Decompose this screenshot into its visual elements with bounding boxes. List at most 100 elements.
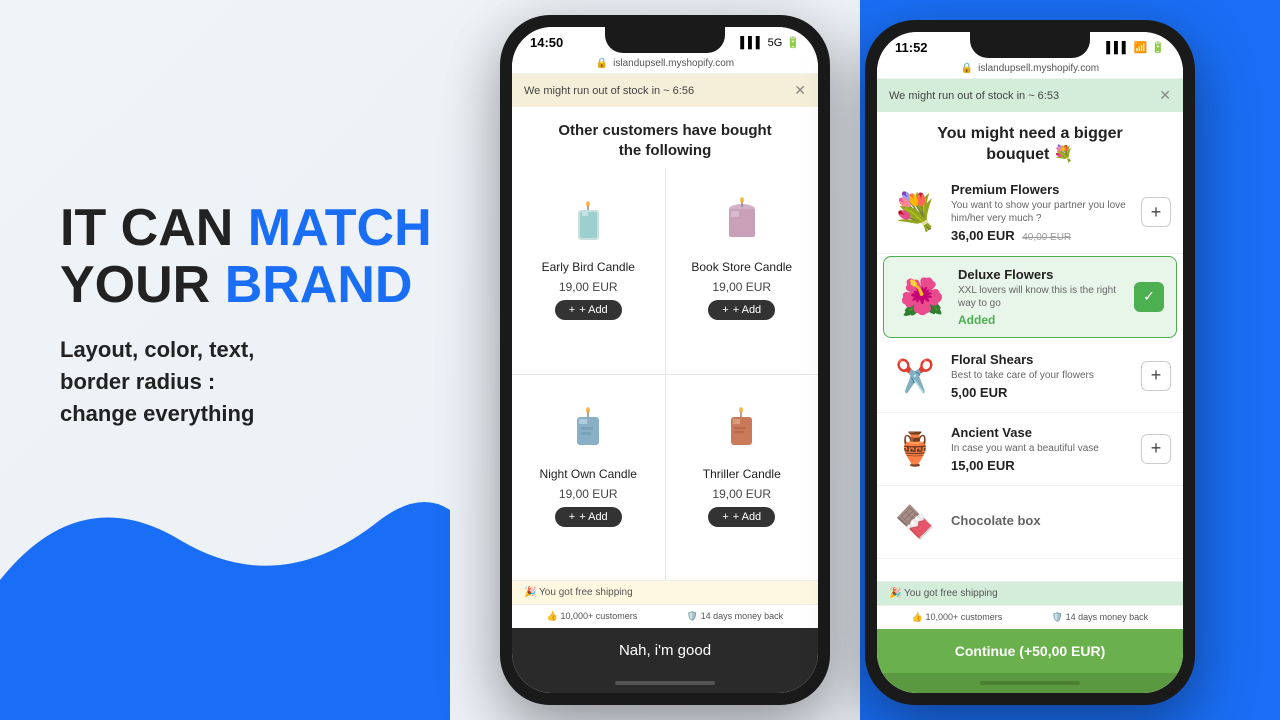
continue-button[interactable]: Continue (+50,00 EUR) bbox=[877, 629, 1183, 673]
trust-bar-left: 👍 10,000+ customers 🛡️ 14 days money bac… bbox=[512, 604, 818, 628]
phone-right-frame: 11:52 ▌▌▌ 📶 🔋 🔒 islandupsell.myshopify.c… bbox=[865, 20, 1195, 705]
plus-icon: + bbox=[722, 304, 728, 316]
product-price-floral-shears: 5,00 EUR bbox=[951, 385, 1131, 400]
phone-left-content: Other customers have boughtthe following bbox=[512, 107, 818, 693]
product-list-right: 💐 Premium Flowers You want to show your … bbox=[877, 172, 1183, 581]
headline-brand: BRAND bbox=[225, 256, 413, 314]
phone-right-url: 🔒 islandupsell.myshopify.com bbox=[877, 59, 1183, 79]
add-btn-early-bird[interactable]: + + Add bbox=[555, 300, 622, 320]
product-row-chocolate-box: 🍫 Chocolate box bbox=[877, 486, 1183, 559]
add-btn-book-store[interactable]: + + Add bbox=[708, 300, 775, 320]
product-info-ancient-vase: Ancient Vase In case you want a beautifu… bbox=[951, 425, 1131, 473]
product-name-premium-flowers: Premium Flowers bbox=[951, 182, 1131, 197]
trust-customers-right: 👍 10,000+ customers bbox=[912, 612, 1003, 623]
blue-wave-decoration bbox=[0, 460, 450, 720]
product-price-book-store: 19,00 EUR bbox=[712, 280, 771, 294]
signal-icon-right: ▌▌▌ bbox=[1106, 42, 1129, 54]
product-info-premium-flowers: Premium Flowers You want to show your pa… bbox=[951, 182, 1131, 243]
battery-icon-right: 🔋 bbox=[1151, 41, 1165, 54]
phone-right-stock-banner: We might run out of stock in ~ 6:53 ✕ bbox=[877, 79, 1183, 112]
product-price-premium-flowers: 36,00 EUR 40,00 EUR bbox=[951, 228, 1131, 243]
add-btn-night-own[interactable]: + + Add bbox=[555, 507, 622, 527]
plus-icon: + bbox=[569, 304, 575, 316]
product-img-night-own bbox=[553, 389, 623, 459]
add-button-ancient-vase[interactable]: + bbox=[1141, 434, 1171, 464]
product-cell-early-bird: Early Bird Candle 19,00 EUR + + Add bbox=[512, 168, 665, 374]
phone-left: 14:50 ▌▌▌ 5G 🔋 🔒 islandupsell.myshopify.… bbox=[500, 15, 830, 705]
phone-right-time: 11:52 bbox=[895, 40, 928, 55]
ancient-vase-icon: 🏺 bbox=[895, 430, 935, 468]
phone-left-status-icons: ▌▌▌ 5G 🔋 bbox=[740, 36, 800, 49]
stock-text: We might run out of stock in ~ 6:56 bbox=[524, 85, 694, 97]
home-bar-right bbox=[980, 681, 1080, 685]
headline-your: YOUR bbox=[60, 256, 225, 314]
deluxe-flowers-icon: 🌺 bbox=[900, 276, 945, 318]
product-name-deluxe-flowers: Deluxe Flowers bbox=[958, 267, 1124, 282]
wifi-icon: 5G bbox=[768, 37, 783, 49]
product-img-premium-flowers: 💐 bbox=[889, 186, 941, 238]
trust-returns-left: 🛡️ 14 days money back bbox=[687, 611, 783, 622]
product-desc-deluxe-flowers: XXL lovers will know this is the right w… bbox=[958, 284, 1124, 310]
upsell-title-left: Other customers have boughtthe following bbox=[512, 107, 818, 168]
product-row-ancient-vase: 🏺 Ancient Vase In case you want a beauti… bbox=[877, 413, 1183, 486]
floral-shears-icon: ✂️ bbox=[895, 357, 935, 395]
phone-right-screen: 11:52 ▌▌▌ 📶 🔋 🔒 islandupsell.myshopify.c… bbox=[877, 32, 1183, 693]
product-row-floral-shears: ✂️ Floral Shears Best to take care of yo… bbox=[877, 340, 1183, 413]
home-indicator-left bbox=[512, 673, 818, 693]
lock-icon: 🔒 bbox=[596, 58, 608, 69]
product-info-chocolate-box: Chocolate box bbox=[951, 513, 1171, 530]
phone-right-footer: 🎉 You got free shipping 👍 10,000+ custom… bbox=[877, 581, 1183, 693]
add-btn-thriller[interactable]: + + Add bbox=[708, 507, 775, 527]
subtext: Layout, color, text,border radius :chang… bbox=[60, 334, 450, 430]
product-desc-floral-shears: Best to take care of your flowers bbox=[951, 369, 1131, 382]
phone-left-footer: 🎉 You got free shipping 👍 10,000+ custom… bbox=[512, 580, 818, 693]
product-img-deluxe-flowers: 🌺 bbox=[896, 271, 948, 323]
add-button-premium-flowers[interactable]: + bbox=[1141, 197, 1171, 227]
phone-left-stock-banner: We might run out of stock in ~ 6:56 ✕ bbox=[512, 74, 818, 107]
product-info-floral-shears: Floral Shears Best to take care of your … bbox=[951, 352, 1131, 400]
phone-right: 11:52 ▌▌▌ 📶 🔋 🔒 islandupsell.myshopify.c… bbox=[865, 20, 1195, 705]
close-icon[interactable]: ✕ bbox=[794, 82, 806, 99]
added-button-deluxe-flowers[interactable]: ✓ bbox=[1134, 282, 1164, 312]
night-own-candle-icon bbox=[556, 391, 621, 456]
lock-icon-right: 🔒 bbox=[961, 63, 973, 74]
add-button-floral-shears[interactable]: + bbox=[1141, 361, 1171, 391]
phone-left-time: 14:50 bbox=[530, 35, 563, 50]
url-text: islandupsell.myshopify.com bbox=[613, 58, 734, 69]
product-img-book-store bbox=[707, 182, 777, 252]
products-grid: Early Bird Candle 19,00 EUR + + Add bbox=[512, 168, 818, 580]
headline-match: MATCH bbox=[248, 199, 432, 257]
product-info-deluxe-flowers: Deluxe Flowers XXL lovers will know this… bbox=[958, 267, 1124, 327]
trust-customers-left: 👍 10,000+ customers bbox=[547, 611, 638, 622]
product-name-ancient-vase: Ancient Vase bbox=[951, 425, 1131, 440]
phone-right-status-icons: ▌▌▌ 📶 🔋 bbox=[1106, 41, 1165, 54]
product-name-book-store: Book Store Candle bbox=[691, 260, 792, 274]
close-icon-right[interactable]: ✕ bbox=[1159, 87, 1171, 104]
product-name-floral-shears: Floral Shears bbox=[951, 352, 1131, 367]
product-price-night-own: 19,00 EUR bbox=[559, 487, 618, 501]
free-shipping-left: 🎉 You got free shipping bbox=[512, 581, 818, 604]
wifi-icon-right: 📶 bbox=[1134, 41, 1148, 54]
plus-icon: + bbox=[722, 511, 728, 523]
thriller-candle-icon bbox=[709, 391, 774, 456]
nah-button[interactable]: Nah, i'm good bbox=[512, 628, 818, 673]
phone-left-screen: 14:50 ▌▌▌ 5G 🔋 🔒 islandupsell.myshopify.… bbox=[512, 27, 818, 693]
product-desc-premium-flowers: You want to show your partner you love h… bbox=[951, 199, 1131, 225]
product-price-early-bird: 19,00 EUR bbox=[559, 280, 618, 294]
battery-icon: 🔋 bbox=[786, 36, 800, 49]
phone-left-notch bbox=[605, 27, 725, 53]
upsell-title-right: You might need a biggerbouquet 💐 bbox=[877, 112, 1183, 172]
product-img-ancient-vase: 🏺 bbox=[889, 423, 941, 475]
product-name-chocolate-box: Chocolate box bbox=[951, 513, 1171, 528]
product-row-deluxe-flowers: 🌺 Deluxe Flowers XXL lovers will know th… bbox=[883, 256, 1177, 338]
trust-returns-right: 🛡️ 14 days money back bbox=[1052, 612, 1148, 623]
home-indicator-right bbox=[877, 673, 1183, 693]
added-label-deluxe: Added bbox=[958, 313, 1124, 327]
product-desc-ancient-vase: In case you want a beautiful vase bbox=[951, 442, 1131, 455]
phone-left-url: 🔒 islandupsell.myshopify.com bbox=[512, 54, 818, 74]
headline: IT CAN MATCH YOUR BRAND bbox=[60, 200, 450, 314]
product-cell-night-own: Night Own Candle 19,00 EUR + + Add bbox=[512, 375, 665, 581]
product-img-chocolate-box: 🍫 bbox=[889, 496, 941, 548]
left-text-area: IT CAN MATCH YOUR BRAND Layout, color, t… bbox=[60, 200, 450, 430]
product-img-thriller bbox=[707, 389, 777, 459]
